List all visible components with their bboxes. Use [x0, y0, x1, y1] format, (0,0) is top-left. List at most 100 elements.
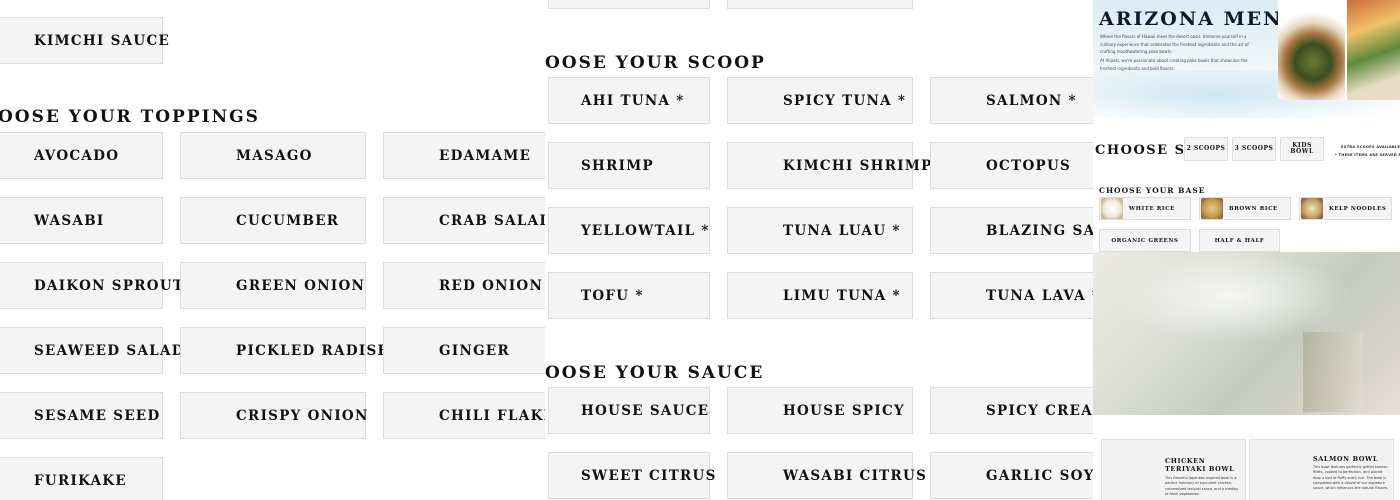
option-label: AHI TUNA *: [581, 92, 685, 109]
option-label: SPICY CREAMY: [986, 402, 1095, 419]
option-label: HOUSE SPICY: [783, 402, 905, 419]
option-label: SESAME SEED: [34, 407, 161, 424]
option-tile[interactable]: [548, 0, 710, 9]
option-tile[interactable]: CRAB SALAD: [383, 197, 545, 244]
card-description: This flavorful Japanese-inspired bowl is…: [1165, 476, 1239, 496]
option-tile[interactable]: SWEET CITRUS: [548, 452, 715, 499]
menu-card-salmon[interactable]: SALMON BOWL This bowl features perfectly…: [1249, 439, 1394, 500]
option-tile[interactable]: GINGER: [383, 327, 545, 374]
food-background-photo: [1093, 252, 1400, 415]
option-tile[interactable]: SALMON *: [930, 77, 1095, 124]
base-option-kelp-noodles[interactable]: KELP NOODLES: [1299, 197, 1392, 220]
option-label: SALMON *: [986, 92, 1077, 109]
option-tile[interactable]: WASABI CITRUS: [727, 452, 926, 499]
option-label: WASABI: [34, 212, 105, 229]
card-description: This bowl features perfectly grilled sal…: [1313, 465, 1389, 491]
option-label: CRISPY ONION: [236, 407, 369, 424]
hero-banner: ARIZONA MENU Where the flavors of Hawaii…: [1093, 0, 1400, 118]
scoop-heading: OOSE YOUR SCOOP: [545, 53, 766, 73]
extra-scoops-note: EXTRA SCOOPS AVAILABLE: [1341, 145, 1400, 149]
option-tile[interactable]: PICKLED RADISH: [180, 327, 390, 374]
scoop-sauce-panel: OOSE YOUR SCOOP AHI TUNA * SPICY TUNA * …: [545, 0, 1095, 500]
base-option-white-rice[interactable]: WHITE RICE: [1099, 197, 1191, 220]
toppings-panel: KIMCHI SAUCE OOSE YOUR TOPPINGS AVOCADO …: [0, 0, 545, 500]
option-tile[interactable]: HOUSE SAUCE: [548, 387, 710, 434]
option-label: CHILI FLAKES: [439, 407, 545, 424]
option-tile[interactable]: MASAGO: [180, 132, 366, 179]
menu-overview-panel: ARIZONA MENU Where the flavors of Hawaii…: [1093, 0, 1400, 500]
option-label: PICKLED RADISH: [236, 342, 392, 359]
base-option-label: ORGANIC GREENS: [1111, 237, 1179, 244]
kelp-noodles-thumbnail: [1301, 198, 1323, 219]
base-option-brown-rice[interactable]: BROWN RICE: [1199, 197, 1291, 220]
option-label: CUCUMBER: [236, 212, 340, 229]
raw-items-note: * THESE ITEMS ARE SERVED RAW: [1335, 153, 1400, 157]
base-option-half-and-half[interactable]: HALF & HALF: [1199, 229, 1280, 252]
size-option-3-scoops[interactable]: 3 SCOOPS: [1232, 137, 1276, 161]
option-label: AVOCADO: [34, 147, 120, 164]
option-label: WASABI CITRUS: [783, 467, 928, 484]
option-tile[interactable]: GREEN ONION: [180, 262, 366, 309]
option-tile[interactable]: WASABI: [0, 197, 163, 244]
option-label: SWEET CITRUS: [581, 467, 717, 484]
option-label: DAIKON SPROUT: [34, 277, 185, 294]
option-label: GARLIC SOY MIRIN: [986, 467, 1095, 484]
poke-bowl-photo: [1278, 0, 1348, 100]
sauce-heading: OOSE YOUR SAUCE: [545, 363, 765, 383]
option-label: TUNA LUAU *: [783, 222, 901, 239]
option-tile[interactable]: AHI TUNA *: [548, 77, 710, 124]
option-tile[interactable]: GARLIC SOY MIRIN: [930, 452, 1095, 499]
option-tile[interactable]: HOUSE SPICY: [727, 387, 913, 434]
option-label: SEAWEED SALAD: [34, 342, 185, 359]
intro-text: Where the flavors of Hawaii meet the des…: [1100, 34, 1249, 54]
option-label: BLAZING SALMON: [986, 222, 1095, 239]
size-option-kids-bowl[interactable]: KIDS BOWL: [1280, 137, 1324, 161]
option-tile[interactable]: YELLOWTAIL *: [548, 207, 710, 254]
option-label: GREEN ONION: [236, 277, 366, 294]
option-label: OCTOPUS: [986, 157, 1072, 174]
option-tile[interactable]: SPICY CREAMY: [930, 387, 1095, 434]
base-option-organic-greens[interactable]: ORGANIC GREENS: [1099, 229, 1191, 252]
option-label: FURIKAKE: [34, 472, 127, 489]
intro-text-2: At Alipoki, we're passionate about creat…: [1100, 58, 1248, 71]
base-option-label: HALF & HALF: [1214, 237, 1265, 244]
option-tile[interactable]: TUNA LUAU *: [727, 207, 913, 254]
option-label: YELLOWTAIL *: [581, 222, 710, 239]
option-label: KIMCHI SAUCE: [34, 32, 171, 49]
card-title: SALMON BOWL: [1313, 455, 1379, 463]
option-tile[interactable]: RED ONION: [383, 262, 545, 309]
option-tile[interactable]: TOFU *: [548, 272, 710, 319]
option-tile[interactable]: CRISPY ONION: [180, 392, 369, 439]
option-tile-kimchi-sauce[interactable]: KIMCHI SAUCE: [0, 17, 169, 64]
option-label: MASAGO: [236, 147, 313, 164]
option-tile[interactable]: CHILI FLAKES: [383, 392, 545, 439]
plate-highlight: [1113, 252, 1353, 342]
option-label: HOUSE SAUCE: [581, 402, 710, 419]
option-tile[interactable]: SHRIMP: [548, 142, 710, 189]
option-label: SHRIMP: [581, 157, 654, 174]
option-label: TUNA LAVA *: [986, 287, 1095, 304]
option-tile[interactable]: CUCUMBER: [180, 197, 366, 244]
option-label: KIMCHI SHRIMP: [783, 157, 933, 174]
option-tile[interactable]: KIMCHI SHRIMP: [727, 142, 931, 189]
option-tile[interactable]: [727, 0, 913, 9]
option-tile[interactable]: TUNA LAVA *: [930, 272, 1095, 319]
option-tile[interactable]: EDAMAME: [383, 132, 545, 179]
toppings-heading: OOSE YOUR TOPPINGS: [0, 107, 260, 127]
option-tile[interactable]: OCTOPUS: [930, 142, 1095, 189]
option-tile[interactable]: SEAWEED SALAD: [0, 327, 183, 374]
option-tile[interactable]: FURIKAKE: [0, 457, 163, 500]
base-option-label: KELP NOODLES: [1329, 205, 1387, 212]
option-tile[interactable]: AVOCADO: [0, 132, 163, 179]
brown-rice-thumbnail: [1201, 198, 1223, 219]
option-tile[interactable]: BLAZING SALMON: [930, 207, 1095, 254]
option-tile[interactable]: SESAME SEED: [0, 392, 163, 439]
option-tile[interactable]: LIMU TUNA *: [727, 272, 913, 319]
menu-card-chicken-teriyaki[interactable]: CHICKEN TERIYAKI BOWL This flavorful Jap…: [1101, 439, 1246, 500]
option-tile[interactable]: DAIKON SPROUT: [0, 262, 183, 309]
option-tile[interactable]: SPICY TUNA *: [727, 77, 913, 124]
option-label: RED ONION: [439, 277, 544, 294]
page-title: ARIZONA MENU: [1099, 8, 1302, 30]
choose-base-heading: CHOOSE YOUR BASE: [1099, 186, 1206, 195]
size-option-2-scoops[interactable]: 2 SCOOPS: [1184, 137, 1228, 161]
